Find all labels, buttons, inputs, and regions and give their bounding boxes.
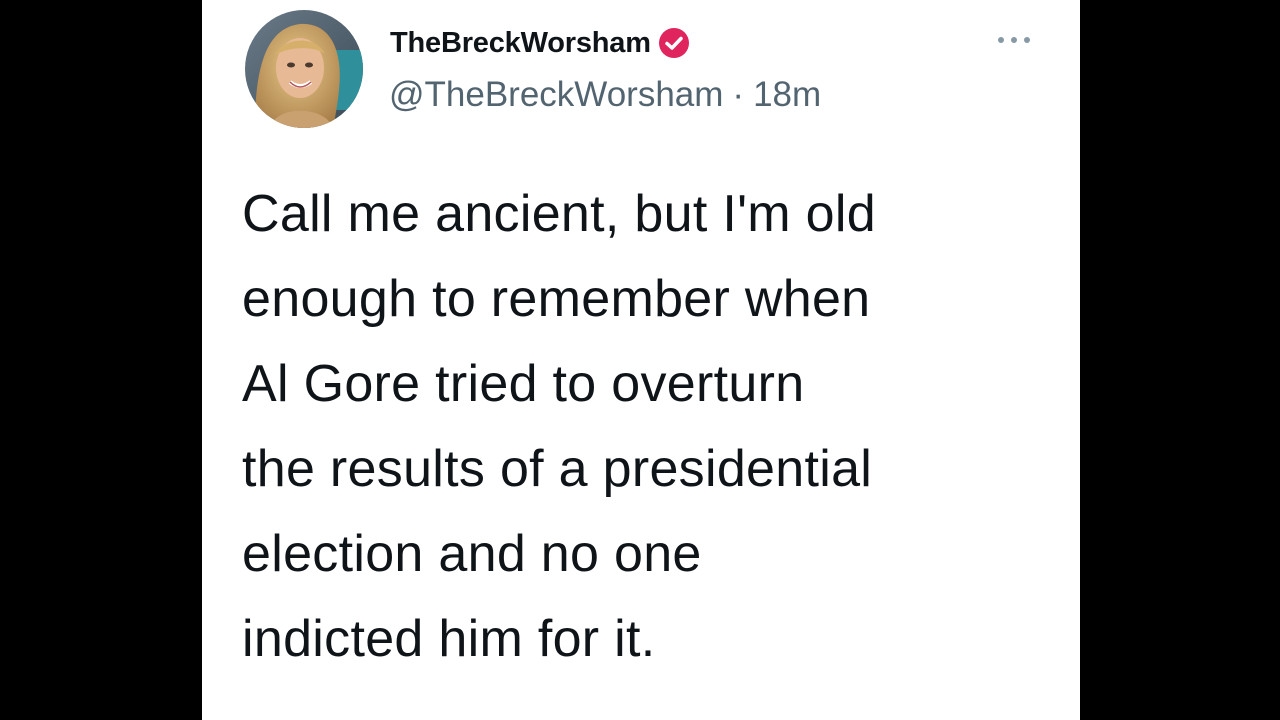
author-avatar[interactable]: [245, 10, 363, 128]
author-handle-row: @TheBreckWorsham · 18m: [389, 72, 821, 118]
meta-separator: ·: [732, 75, 745, 114]
tweet-body-line: indicted him for it.: [242, 610, 656, 668]
screenshot-frame: TheBreckWorsham @TheBreckWorsham · 18m C…: [0, 0, 1280, 720]
profile-photo: [245, 10, 363, 128]
verified-check-icon: [658, 28, 689, 58]
tweet-body: Call me ancient, but I'm old enough to r…: [242, 172, 1062, 682]
author-handle[interactable]: @TheBreckWorsham: [389, 75, 723, 115]
tweet-card[interactable]: TheBreckWorsham @TheBreckWorsham · 18m C…: [202, 0, 1080, 720]
tweet-timestamp[interactable]: 18m: [753, 75, 821, 115]
author-name-row: TheBreckWorsham: [390, 22, 691, 64]
tweet-body-line: the results of a presidential: [242, 440, 873, 498]
more-options-icon: [998, 37, 1030, 43]
tweet-body-line: Call me ancient, but I'm old: [242, 185, 876, 243]
tweet-body-line: election and no one: [242, 525, 702, 583]
author-display-name[interactable]: TheBreckWorsham: [390, 27, 651, 60]
tweet-body-line: Al Gore tried to overturn: [242, 355, 805, 413]
more-options-button[interactable]: [994, 26, 1034, 54]
tweet-body-line: enough to remember when: [242, 270, 871, 328]
